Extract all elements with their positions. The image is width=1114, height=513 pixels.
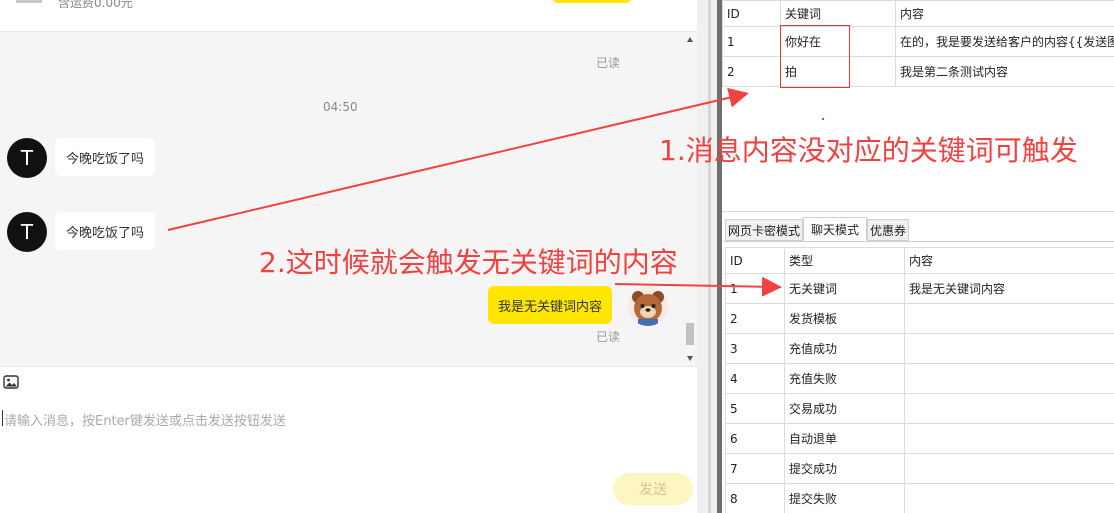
arrow-to-no-keyword xyxy=(614,276,782,297)
annotation-note-2: 2.这时候就会触发无关键词的内容 xyxy=(259,246,678,279)
annotation-note-1: 1.消息内容没对应的关键词可触发 xyxy=(659,134,1078,167)
